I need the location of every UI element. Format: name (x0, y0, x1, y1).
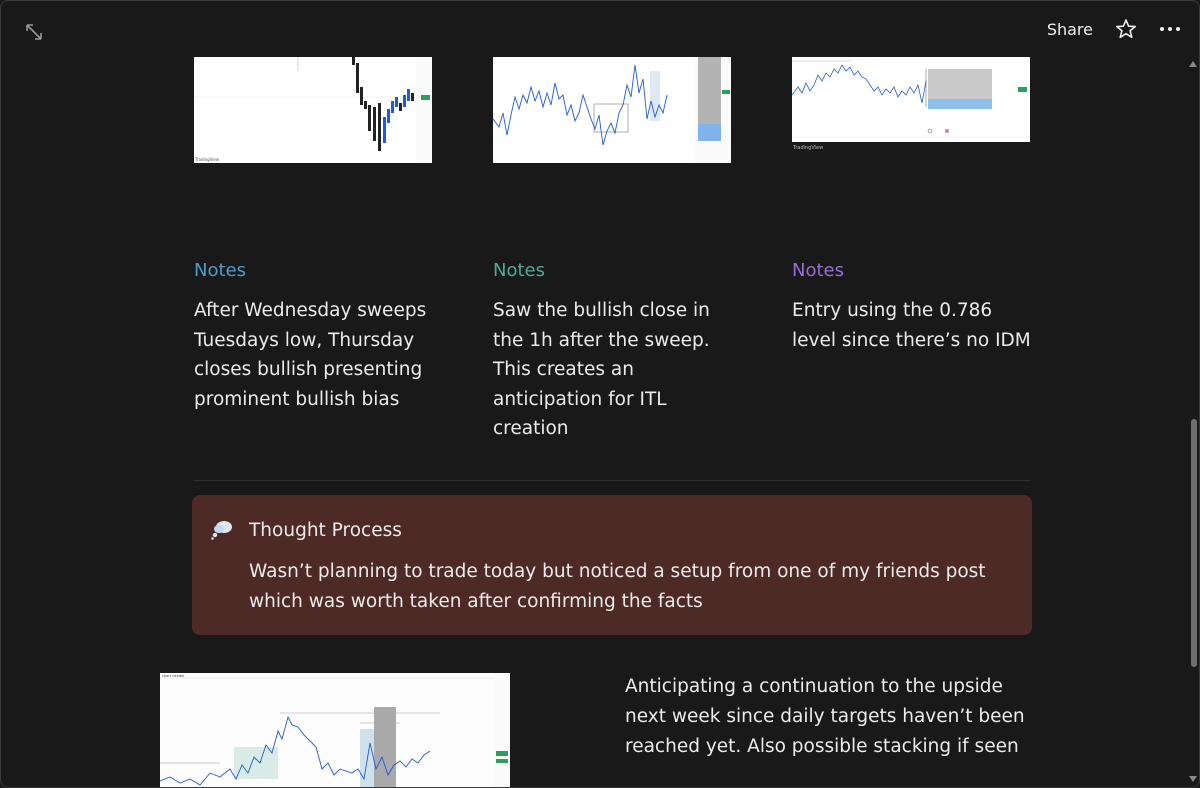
notes-text: Entry using the 0.786 level since there’… (792, 300, 1031, 351)
notion-page-window: Share TradingView TradingView Notes Afte… (0, 0, 1200, 788)
topbar-actions: Share (1047, 17, 1181, 41)
divider (193, 480, 1031, 481)
expand-diagonal-icon[interactable] (23, 21, 45, 43)
callout-text: Wasn’t planning to trade today but notic… (249, 561, 986, 612)
notes-column-1: Notes After Wednesday sweeps Tuesdays lo… (194, 260, 444, 414)
more-horizontal-icon[interactable] (1159, 17, 1181, 41)
chart-screenshot-1[interactable]: TradingView (194, 57, 432, 163)
svg-text:TradingView: TradingView (194, 157, 220, 162)
share-button[interactable]: Share (1047, 20, 1093, 39)
callout-title: Thought Process (249, 520, 402, 541)
star-icon[interactable] (1115, 17, 1137, 41)
scroll-down-arrow[interactable] (1189, 776, 1197, 782)
notes-column-2: Notes Saw the bullish close in the 1h af… (493, 260, 743, 444)
scroll-up-arrow[interactable] (1189, 61, 1197, 67)
thought-bubble-icon (210, 519, 234, 541)
notes-heading: Notes (493, 260, 545, 281)
svg-text:chart header: chart header (162, 674, 185, 678)
chart-screenshot-3[interactable] (792, 57, 1030, 142)
chart-screenshot-4[interactable]: chart header (160, 673, 510, 787)
chart-screenshot-2[interactable]: TradingView (493, 57, 731, 163)
bottom-text-block: Anticipating a continuation to the upsid… (625, 676, 1025, 757)
scrollbar-thumb[interactable] (1191, 419, 1197, 667)
notes-heading: Notes (792, 260, 844, 281)
notes-heading: Notes (194, 260, 246, 281)
thought-process-callout[interactable]: Thought Process Wasn’t planning to trade… (192, 495, 1032, 635)
notes-text: Saw the bullish close in the 1h after th… (493, 300, 710, 439)
tradingview-watermark: TradingView (793, 145, 824, 151)
notes-text: After Wednesday sweeps Tuesdays low, Thu… (194, 300, 427, 410)
notes-column-3: Notes Entry using the 0.786 level since … (792, 260, 1042, 355)
